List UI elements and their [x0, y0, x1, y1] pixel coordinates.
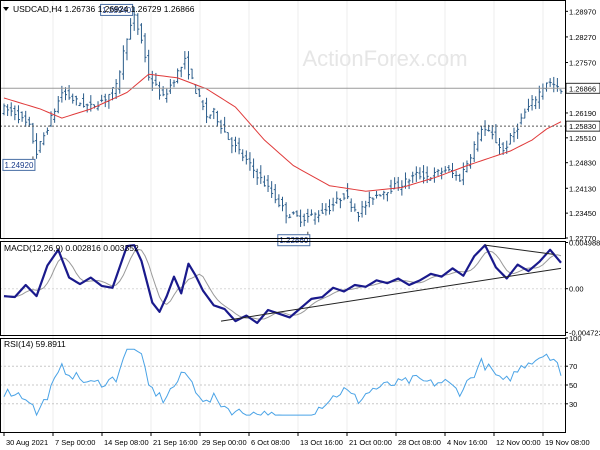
chart-frame: ActionForex.com 1.28940 1.24920 1.22860 1.…: [0, 0, 600, 450]
price-tick-label: 1.28270: [569, 33, 596, 42]
macd-trendline: [220, 267, 562, 322]
x-tick-label: 21 Sep 16:00: [153, 438, 198, 447]
macd-title: MACD(12,26,9) 0.002816 0.003352: [4, 243, 139, 253]
rsi-tick-label: 50: [569, 381, 577, 390]
price-title: USDCAD,H4 1.26736 1.26924 1.26729 1.2686…: [13, 4, 195, 14]
x-tick-label: 7 Sep 00:00: [55, 438, 95, 447]
price-tick-label: 1.27570: [569, 59, 596, 68]
watermark: ActionForex.com: [302, 46, 467, 71]
panel-frames: [0, 0, 566, 433]
x-tick-label: 30 Aug 2021: [6, 438, 48, 447]
price-tick-label: 1.24130: [569, 184, 596, 193]
x-tick-label: 4 Nov 16:00: [447, 438, 487, 447]
rsi-line: [3, 348, 562, 417]
macd-tick-label: 0.004988: [569, 239, 600, 248]
x-axis: 30 Aug 2021 7 Sep 00:00 14 Sep 08:00 21 Sep…: [3, 432, 590, 447]
rsi-tick-label: 30: [569, 400, 577, 409]
rsi-tick-label: 70: [569, 362, 577, 371]
price-annotation: 1.24920: [2, 156, 36, 171]
rsi-tick-label: 100: [569, 334, 582, 343]
annotation-label: 1.24920: [4, 161, 33, 170]
x-tick-label: 29 Sep 00:00: [202, 438, 247, 447]
rsi-panel: [0, 348, 565, 417]
annotation-label: 1.22860: [279, 236, 308, 245]
x-tick-label: 19 Nov 08:00: [545, 438, 590, 447]
price-tick-label: 1.24830: [569, 159, 596, 168]
x-tick-label: 14 Sep 08:00: [104, 438, 149, 447]
price-tick-label: 1.28970: [569, 7, 596, 16]
price-tick-label: 1.26866: [569, 84, 596, 93]
x-tick-label: 6 Oct 08:00: [251, 438, 290, 447]
price-tick-label: 1.26190: [569, 109, 596, 118]
macd-panel: [0, 244, 565, 325]
x-tick-label: 28 Oct 08:00: [398, 438, 441, 447]
macd-signal-line: [3, 248, 562, 320]
y-axes: 1.28970 1.28270 1.27570 1.26866 1.26190 1.258…: [565, 7, 600, 409]
price-tick-label: 1.23450: [569, 209, 596, 218]
x-tick-label: 13 Oct 16:00: [300, 438, 343, 447]
rsi-title: RSI(14) 59.8911: [4, 339, 66, 349]
chart-svg: ActionForex.com 1.289401.249201.22860 1.…: [0, 0, 600, 447]
price-tick-label: 1.25510: [569, 134, 596, 143]
macd-tick-label: 0.00: [569, 285, 584, 294]
x-tick-label: 12 Nov 00:00: [496, 438, 541, 447]
price-panel: 1.289401.249201.22860: [0, 3, 565, 247]
x-tick-label: 21 Oct 00:00: [349, 438, 392, 447]
price-tick-label: 1.25830: [569, 122, 596, 131]
